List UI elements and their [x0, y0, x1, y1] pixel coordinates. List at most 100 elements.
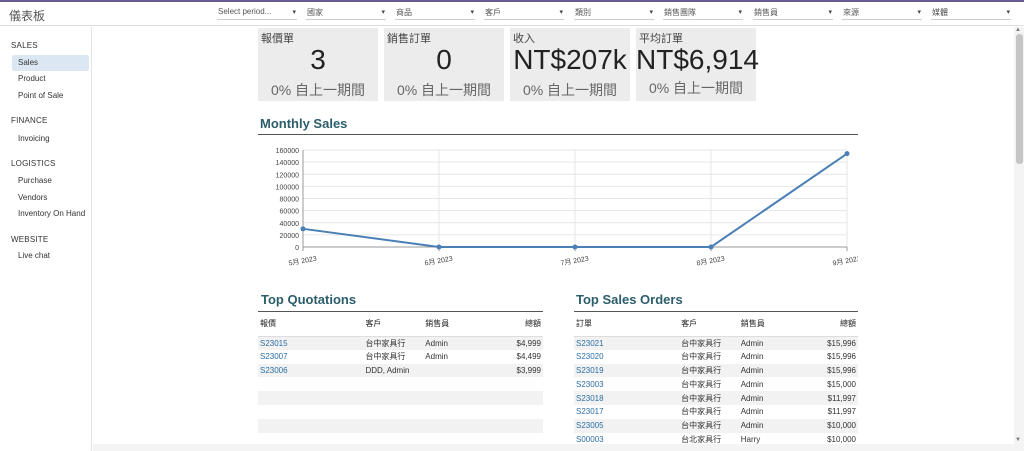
column-header[interactable]: 總額: [798, 312, 858, 337]
salesperson: Admin: [738, 391, 799, 405]
page-title: 儀表板: [9, 9, 46, 23]
record-ref[interactable]: S23019: [574, 363, 680, 378]
scroll-down-icon[interactable]: ▼: [1015, 437, 1021, 443]
table-row[interactable]: S23003 台中家具行 Admin $15,000: [574, 377, 858, 391]
record-ref[interactable]: S23006: [258, 363, 364, 378]
customer: 台中家具行: [681, 352, 722, 362]
record-ref[interactable]: S23017: [574, 405, 679, 419]
record-ref[interactable]: S23015: [258, 336, 364, 350]
total: $11,997: [798, 391, 858, 405]
kpi-sales-orders[interactable]: 銷售訂單 0 0% 自上一期間: [384, 28, 504, 101]
kpi-delta: 0% 自上一期間: [648, 80, 744, 96]
total: $15,996: [798, 363, 858, 378]
sidebar-section-website: WEBSITE: [11, 235, 49, 244]
period-filter[interactable]: Select period... ▾: [217, 7, 297, 20]
kpi-quotations[interactable]: 報價單 3 0% 自上一期間: [258, 28, 378, 101]
record-ref: [258, 418, 364, 433]
table-row[interactable]: S23021 台中家具行 Admin $15,996: [574, 336, 858, 350]
period-filter-label: Select period...: [218, 7, 272, 16]
monthly-sales-chart: 0 20000 40000 60000 80000 100000 120000 140000 1…: [276, 148, 858, 268]
customer-filter-label: 客戶: [485, 8, 501, 17]
table-row[interactable]: S23006 DDD, Admin $3,999: [258, 363, 543, 378]
kpi-revenue[interactable]: 收入 NT$207k 0% 自上一期間: [510, 28, 630, 101]
sales-team-filter[interactable]: 銷售團隊 ▾: [663, 7, 743, 20]
sidebar-item-product[interactable]: Product: [12, 71, 89, 87]
medium-filter[interactable]: 媒體 ▾: [931, 7, 1011, 20]
top-filter-bar: 儀表板 Select period... ▾ 國家 ▾ 商品 ▾ 客戶 ▾ 類別 ▾ 銷售…: [0, 2, 1024, 26]
y-tick-label: 140000: [276, 160, 299, 167]
kpi-value: NT$6,914: [636, 44, 759, 75]
customer: 台中家具行: [363, 336, 424, 350]
category-filter-label: 類別: [575, 8, 591, 17]
sidebar-section-finance: FINANCE: [11, 116, 48, 125]
customer-filter[interactable]: 客戶 ▾: [484, 7, 564, 20]
table-row[interactable]: S23007 台中家具行 Admin $4,499: [258, 350, 543, 364]
sidebar-item-sales[interactable]: Sales: [12, 55, 89, 71]
sidebar-item-inventory-on-hand[interactable]: Inventory On Hand: [12, 206, 89, 222]
total: $10,000: [798, 418, 858, 433]
column-header[interactable]: 總額: [483, 312, 543, 337]
record-ref: [258, 405, 363, 419]
table-row[interactable]: S23019 台中家具行 Admin $15,996: [574, 363, 858, 378]
monthly-sales-rule: [258, 134, 858, 135]
total: $4,999: [483, 336, 543, 350]
salesperson: [423, 363, 484, 378]
sidebar-item-point-of-sale[interactable]: Point of Sale: [12, 88, 89, 104]
record-ref[interactable]: S23021: [574, 336, 680, 350]
column-header[interactable]: 銷售員: [423, 312, 484, 337]
record-ref[interactable]: S23005: [574, 418, 680, 433]
customer: 台中家具行: [679, 391, 739, 405]
horizontal-scrollbar[interactable]: [93, 444, 1014, 451]
record-ref[interactable]: S23018: [574, 391, 680, 405]
column-header[interactable]: 客戶: [679, 312, 739, 337]
record-ref[interactable]: S23007: [258, 350, 363, 364]
table-row[interactable]: S23018 台中家具行 Admin $11,997: [574, 391, 858, 405]
table-row[interactable]: S23005 台中家具行 Admin $10,000: [574, 418, 858, 433]
customer: 台中家具行: [679, 418, 739, 433]
sidebar-section-logistics: LOGISTICS: [11, 159, 56, 168]
customer: 台中家具行: [679, 363, 739, 378]
customer: 台中家具行: [681, 407, 722, 417]
kpi-delta: 0% 自上一期間: [270, 82, 366, 98]
record-ref[interactable]: S23020: [574, 350, 679, 364]
sidebar: SALES Sales Product Point of Sale FINANC…: [0, 27, 92, 451]
chevron-down-icon: ▾: [649, 9, 653, 16]
sidebar-item-live-chat[interactable]: Live chat: [12, 248, 89, 264]
sidebar-item-purchase[interactable]: Purchase: [12, 173, 89, 189]
record-ref[interactable]: S23003: [574, 377, 679, 391]
table-row: [258, 405, 543, 419]
product-filter[interactable]: 商品 ▾: [395, 7, 475, 20]
country-filter[interactable]: 國家 ▾: [306, 7, 386, 20]
sidebar-item-invoicing[interactable]: Invoicing: [12, 131, 89, 147]
column-header[interactable]: 銷售員: [738, 312, 799, 337]
y-tick-label: 100000: [276, 184, 299, 191]
kpi-average-order[interactable]: 平均訂單 NT$6,914 0% 自上一期間: [636, 28, 759, 101]
category-filter[interactable]: 類別 ▾: [574, 7, 654, 20]
y-tick-label: 40000: [280, 221, 300, 228]
customer: 台中家具行: [365, 352, 406, 362]
salesperson-filter[interactable]: 銷售員 ▾: [753, 7, 833, 20]
data-point: [708, 244, 714, 250]
dashboard-main: 報價單 3 0% 自上一期間 銷售訂單 0 0% 自上一期間 收入 NT$207…: [93, 27, 1013, 451]
salesperson: [423, 405, 483, 419]
table-row: [258, 418, 543, 433]
sales-team-filter-label: 銷售團隊: [664, 8, 696, 17]
product-filter-label: 商品: [396, 8, 412, 17]
scroll-up-icon[interactable]: ▲: [1015, 27, 1021, 33]
customer: [363, 391, 424, 405]
table-row[interactable]: S23020 台中家具行 Admin $15,996: [574, 350, 858, 364]
table-row[interactable]: S23017 台中家具行 Admin $11,997: [574, 405, 858, 419]
column-header[interactable]: 訂單: [574, 312, 680, 337]
chevron-down-icon: ▾: [470, 9, 474, 16]
column-header[interactable]: 報價: [258, 312, 364, 337]
record-ref: [258, 377, 363, 391]
table-row[interactable]: S23015 台中家具行 Admin $4,999: [258, 336, 543, 350]
customer: 台中家具行: [681, 379, 722, 389]
sidebar-item-vendors[interactable]: Vendors: [12, 190, 89, 206]
salesperson: Admin: [738, 336, 799, 350]
x-tick-label: 6月 2023: [424, 255, 453, 268]
column-header[interactable]: 客戶: [363, 312, 424, 337]
y-tick-label: 0: [295, 245, 299, 252]
scrollbar-thumb[interactable]: [1016, 34, 1023, 164]
source-filter[interactable]: 來源 ▾: [842, 7, 922, 20]
